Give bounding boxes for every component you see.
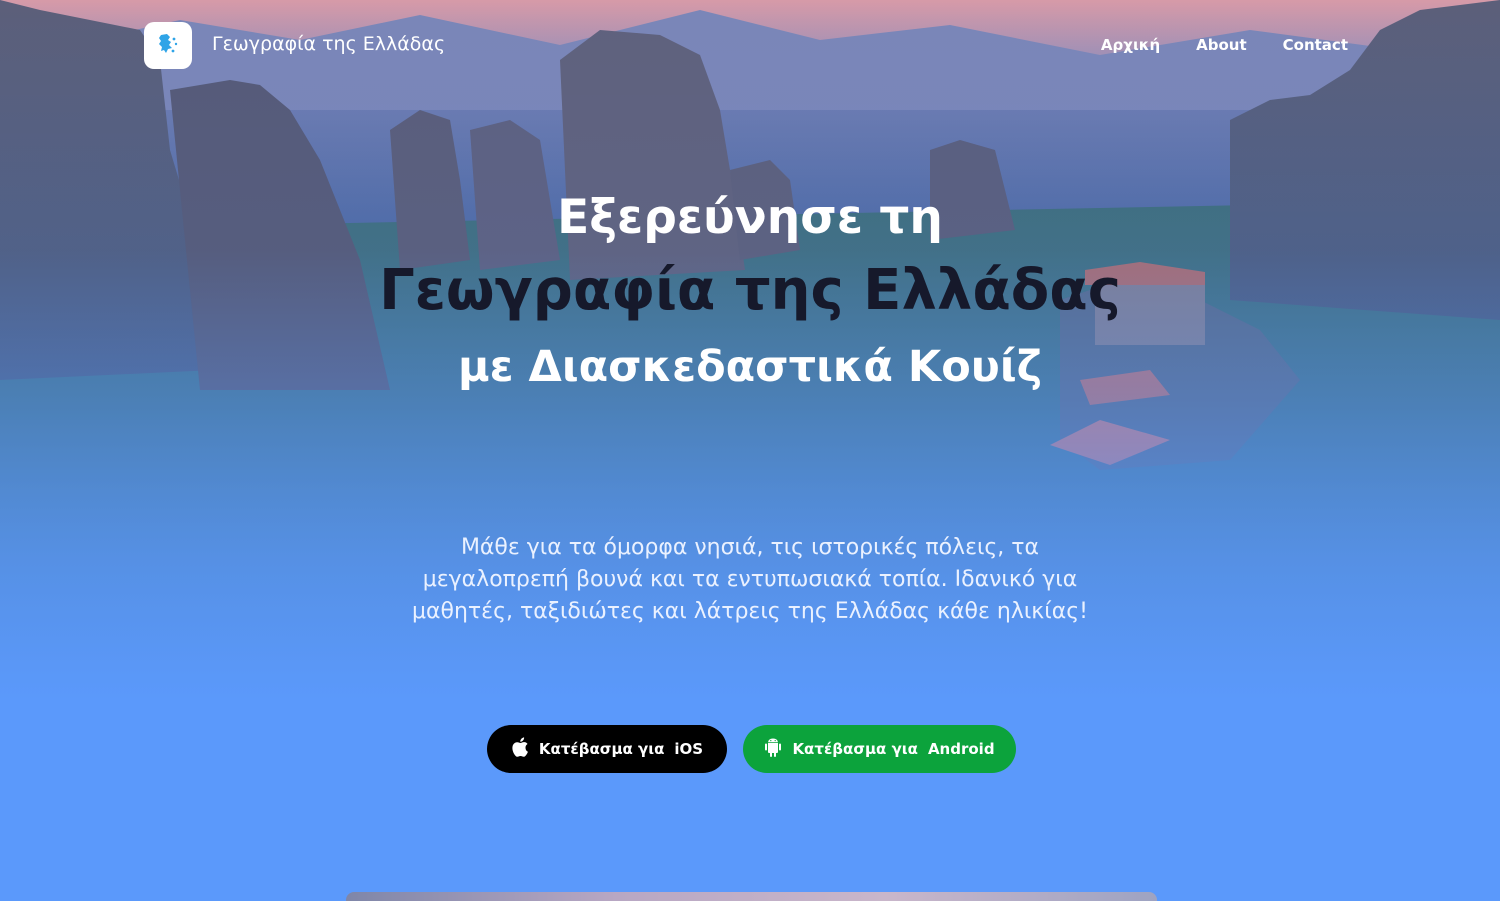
app-preview-card-edge bbox=[346, 892, 1157, 901]
android-icon bbox=[764, 737, 782, 761]
landing-page: Γεωγραφία της Ελλάδας Αρχική About Conta… bbox=[0, 0, 1500, 901]
download-ios-label-platform: iOS bbox=[674, 740, 704, 758]
hero-heading-line-2: Γεωγραφία της Ελλάδας bbox=[379, 258, 1121, 323]
app-logo[interactable] bbox=[144, 22, 192, 69]
hero-description: Μάθε για τα όμορφα νησιά, τις ιστορικές … bbox=[412, 535, 1088, 624]
hero-heading-line-1: Εξερεύνησε τη bbox=[557, 190, 943, 245]
brand-title[interactable]: Γεωγραφία της Ελλάδας bbox=[212, 33, 445, 55]
download-android-label-prefix: Κατέβασμα για bbox=[792, 740, 918, 758]
nav-link-contact[interactable]: Contact bbox=[1283, 36, 1348, 54]
site-header: Γεωγραφία της Ελλάδας Αρχική About Conta… bbox=[0, 0, 1500, 90]
nav-link-about[interactable]: About bbox=[1196, 36, 1247, 54]
download-android-button[interactable]: Κατέβασμα για Android bbox=[743, 725, 1016, 773]
apple-icon bbox=[511, 737, 529, 761]
download-ios-label-prefix: Κατέβασμα για bbox=[538, 740, 665, 758]
download-ios-button[interactable]: Κατέβασμα για iOS bbox=[487, 725, 727, 773]
greece-map-icon bbox=[155, 31, 181, 61]
main-nav: Αρχική About Contact bbox=[1101, 36, 1348, 54]
hero-heading-line-3: με Διασκεδαστικά Κουίζ bbox=[458, 342, 1042, 392]
nav-link-home[interactable]: Αρχική bbox=[1101, 36, 1160, 54]
download-android-label-platform: Android bbox=[927, 740, 995, 758]
